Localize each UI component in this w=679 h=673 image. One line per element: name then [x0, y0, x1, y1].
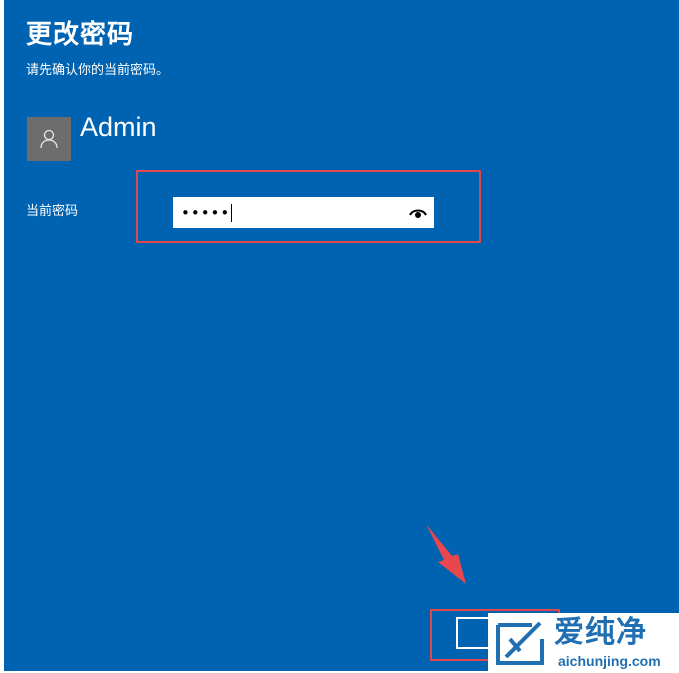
brand-logo-icon [496, 621, 544, 665]
text-caret [231, 203, 233, 222]
current-password-input[interactable]: ••••• [173, 197, 434, 228]
reveal-password-button[interactable] [408, 203, 428, 223]
watermark-brand: 爱纯净 [554, 615, 647, 650]
current-password-label: 当前密码 [26, 204, 79, 219]
watermark: 爱纯净 aichunjing.com [488, 613, 679, 673]
page-title: 更改密码 [26, 20, 135, 50]
page-subtitle: 请先确认你的当前密码。 [26, 63, 170, 78]
password-masked-value: ••••• [181, 203, 231, 222]
change-password-dialog: 更改密码 请先确认你的当前密码。 Admin 当前密码 ••••• 下 [4, 0, 679, 671]
avatar [27, 117, 71, 161]
person-icon [40, 129, 58, 149]
watermark-url: aichunjing.com [558, 653, 661, 669]
pointer-arrow [426, 524, 466, 584]
eye-icon [409, 209, 427, 218]
account-username: Admin [80, 112, 157, 142]
